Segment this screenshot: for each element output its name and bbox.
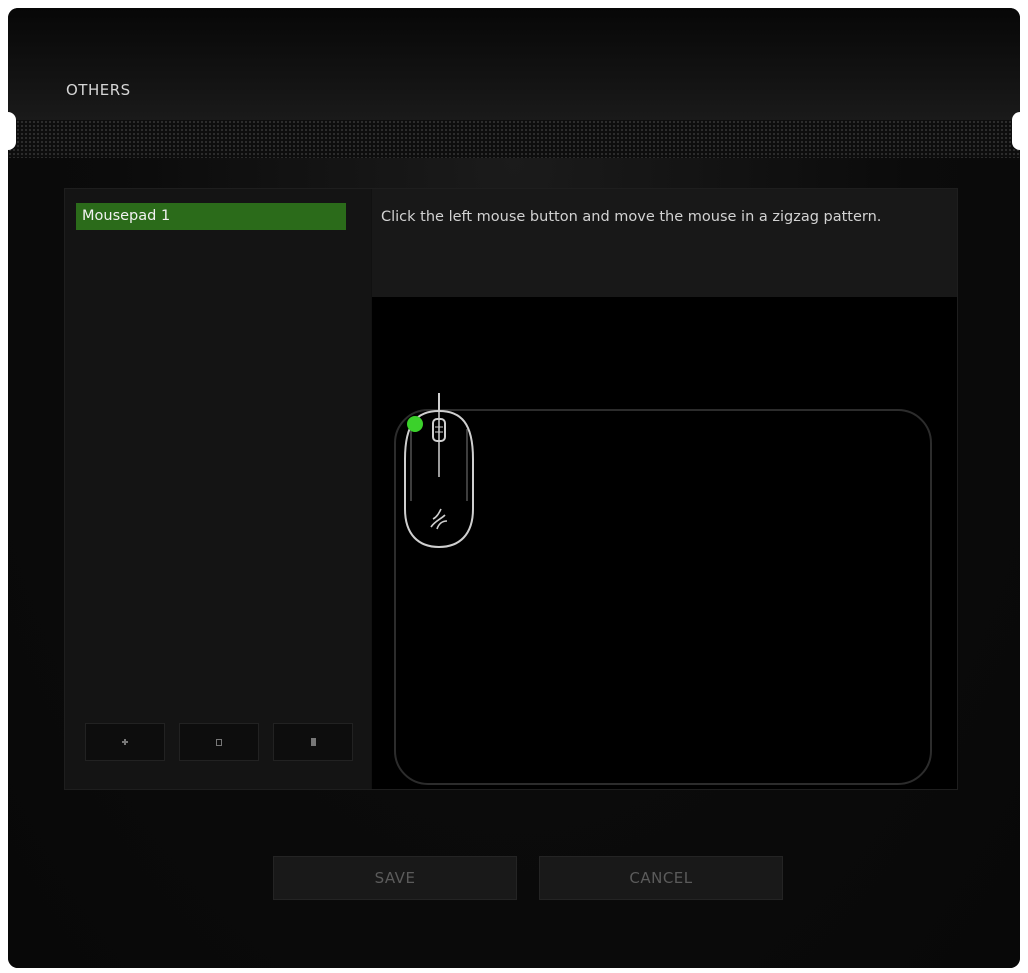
instruction-box: Click the left mouse button and move the…: [372, 189, 957, 297]
mouse-icon: [404, 393, 474, 549]
duplicate-mousepad-button[interactable]: [179, 723, 259, 761]
trash-icon: [310, 738, 316, 746]
delete-mousepad-button[interactable]: [273, 723, 353, 761]
divider-notch-left: [8, 112, 16, 150]
instruction-text: Click the left mouse button and move the…: [381, 209, 882, 225]
calibration-area: Click the left mouse button and move the…: [372, 189, 957, 789]
razer-logo: [430, 508, 448, 530]
add-mousepad-button[interactable]: [85, 723, 165, 761]
mousepad-list-pane: Mousepad 1: [65, 189, 371, 789]
copy-icon: [216, 738, 222, 746]
calibration-panel: Mousepad 1 Click the left mouse button a…: [64, 188, 958, 790]
list-item-mousepad-1[interactable]: Mousepad 1: [76, 203, 346, 230]
section-title: OTHERS: [66, 81, 131, 99]
header: OTHERS: [8, 8, 1020, 120]
mesh-divider: [8, 120, 1020, 158]
plus-icon: [122, 739, 128, 745]
divider-notch-right: [1012, 112, 1020, 150]
left-click-indicator: [407, 416, 423, 432]
save-button[interactable]: SAVE: [273, 856, 517, 900]
cancel-button[interactable]: CANCEL: [539, 856, 783, 900]
